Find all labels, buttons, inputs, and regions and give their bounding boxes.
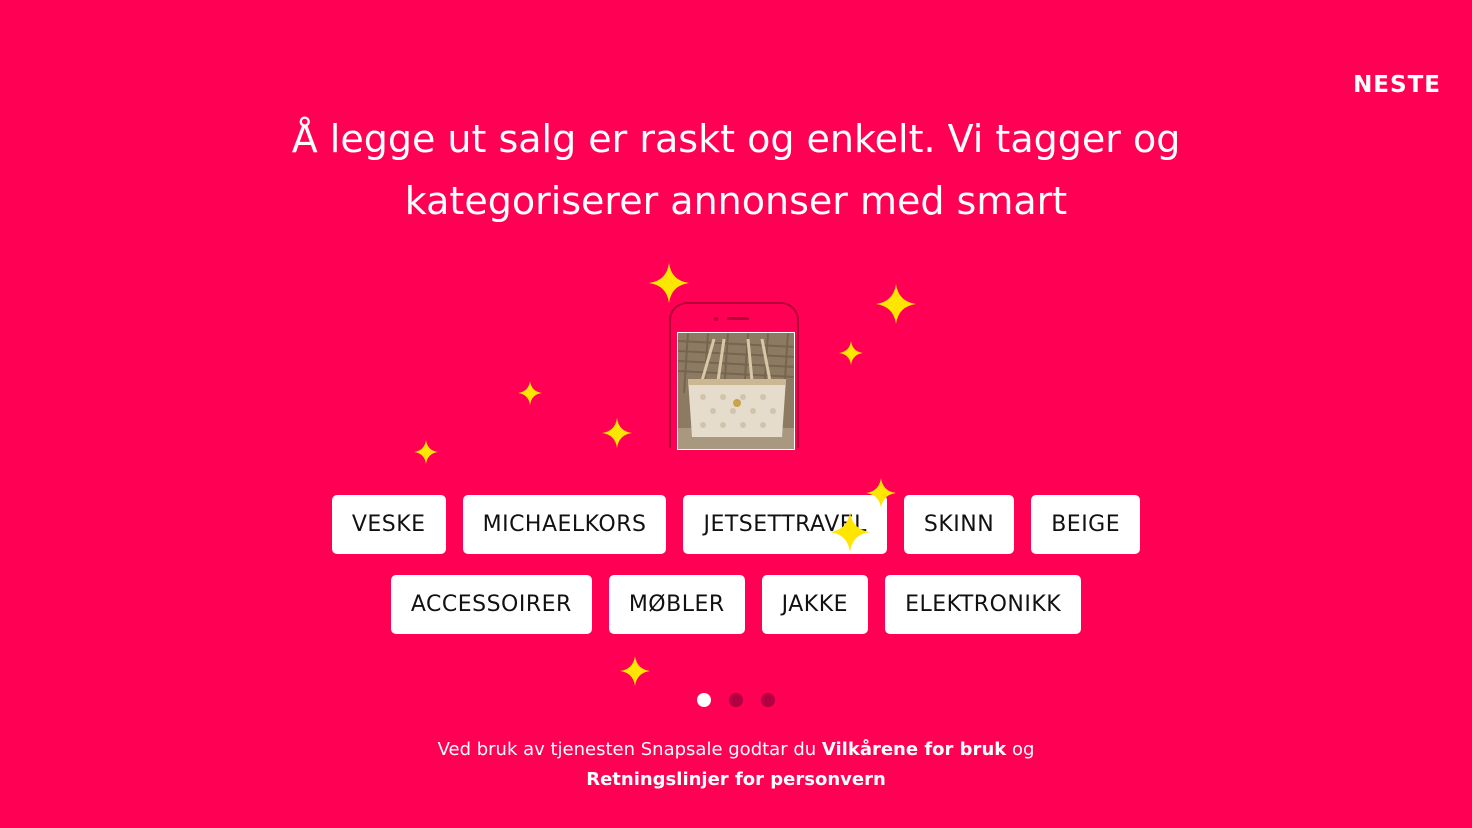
phone-speaker [727, 317, 749, 320]
tag-row-2: ACCESSOIRER MØBLER JAKKE ELEKTRONIKK [0, 575, 1472, 634]
privacy-link[interactable]: Retningslinjer for personvern [586, 769, 886, 790]
terms-link[interactable]: Vilkårene for bruk [822, 739, 1006, 760]
footer-prefix: Ved bruk av tjenesten Snapsale godtar du [437, 739, 822, 760]
tag-chip[interactable]: MICHAELKORS [462, 495, 667, 554]
tag-chip[interactable]: VESKE [331, 495, 446, 554]
handbag-photo [677, 332, 795, 450]
page-dot-1[interactable] [697, 693, 711, 707]
sparkle-icon [602, 418, 632, 448]
pagination-dots [0, 693, 1472, 707]
sparkle-icon [830, 512, 870, 552]
next-button[interactable]: NESTE [1353, 72, 1441, 98]
tag-chip[interactable]: ACCESSOIRER [390, 575, 592, 634]
tag-chip[interactable]: MØBLER [608, 575, 745, 634]
tag-row-1: VESKE MICHAELKORS JETSETTRAVEL SKINN BEI… [0, 495, 1472, 554]
page-dot-3[interactable] [761, 693, 775, 707]
tag-chip[interactable]: JAKKE [761, 575, 869, 634]
sparkle-icon [414, 440, 438, 464]
terms-footer: Ved bruk av tjenesten Snapsale godtar du… [436, 735, 1036, 795]
page-dot-2[interactable] [729, 693, 743, 707]
headline-line-2: kategoriserer annonser med smart [404, 179, 1068, 223]
tag-chip[interactable]: ELEKTRONIKK [885, 575, 1082, 634]
tag-chip[interactable]: SKINN [903, 495, 1015, 554]
headline-line-1: Å legge ut salg er raskt og enkelt. Vi t… [291, 117, 1181, 161]
tag-chip[interactable]: BEIGE [1031, 495, 1141, 554]
sparkle-icon [876, 284, 916, 324]
sparkle-icon [839, 341, 863, 365]
headline: Å legge ut salg er raskt og enkelt. Vi t… [0, 108, 1472, 232]
phone-camera [714, 317, 718, 321]
sparkle-icon [518, 381, 542, 405]
sparkle-icon [649, 263, 689, 303]
sparkle-icon [866, 478, 896, 508]
footer-middle: og [1006, 739, 1035, 760]
sparkle-icon [620, 656, 650, 686]
